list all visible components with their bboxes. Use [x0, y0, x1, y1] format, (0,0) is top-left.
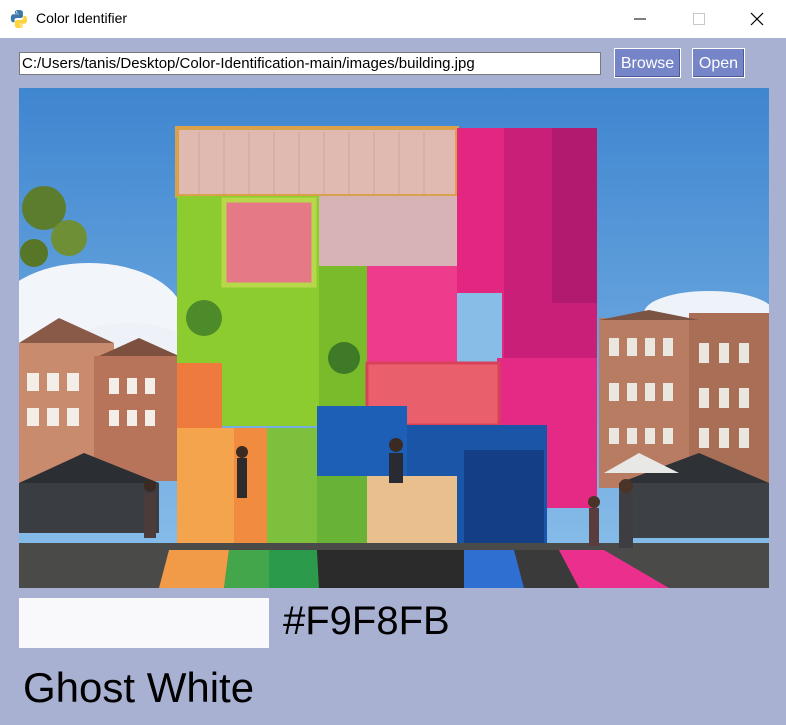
color-swatch — [19, 598, 269, 648]
close-icon — [750, 12, 764, 26]
browse-button[interactable]: Browse — [614, 48, 681, 78]
maximize-button[interactable] — [669, 0, 729, 38]
maximize-icon — [693, 13, 705, 25]
close-button[interactable] — [727, 0, 786, 38]
open-button[interactable]: Open — [692, 48, 745, 78]
hex-code-label: #F9F8FB — [283, 599, 450, 643]
python-icon — [9, 9, 29, 29]
title-bar: Color Identifier — [0, 0, 786, 38]
building-photo — [19, 88, 769, 588]
window-title: Color Identifier — [36, 10, 128, 26]
image-canvas[interactable] — [19, 88, 769, 588]
app-window: Color Identifier C:/Users/tanis/Desktop/… — [0, 0, 786, 725]
file-path-input[interactable]: C:/Users/tanis/Desktop/Color-Identificat… — [19, 52, 601, 75]
color-name-label: Ghost White — [23, 664, 255, 711]
minimize-icon — [634, 18, 646, 20]
minimize-button[interactable] — [610, 0, 670, 38]
client-area: C:/Users/tanis/Desktop/Color-Identificat… — [0, 38, 786, 725]
